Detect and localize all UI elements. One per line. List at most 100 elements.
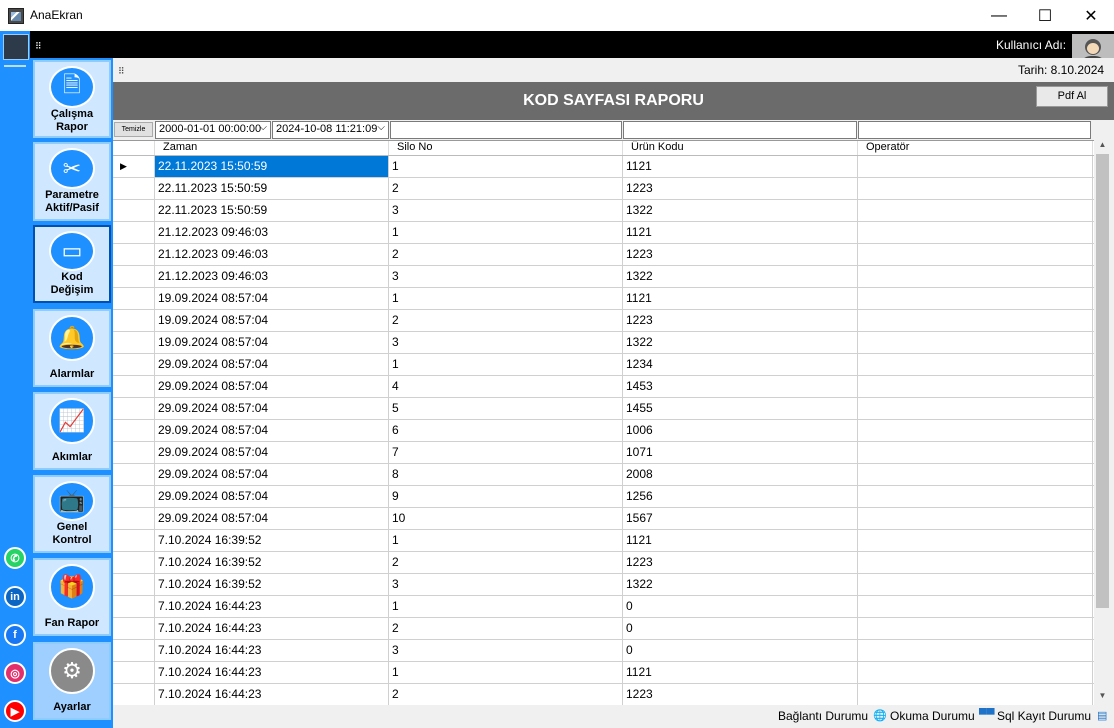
- report-grid[interactable]: Zaman Silo No Ürün Kodu Operatör ▶ 22.11.202…: [113, 140, 1094, 705]
- scroll-up-icon[interactable]: ▲: [1094, 140, 1111, 154]
- row-header[interactable]: [113, 420, 155, 441]
- minimize-button[interactable]: —: [976, 0, 1022, 31]
- table-cell[interactable]: 7.10.2024 16:44:23: [155, 684, 389, 705]
- table-cell[interactable]: 1121: [623, 222, 858, 243]
- table-cell[interactable]: [858, 156, 1093, 177]
- row-header[interactable]: [113, 618, 155, 639]
- nav-button-7[interactable]: ⚙ Ayarlar: [33, 642, 111, 720]
- table-row[interactable]: 29.09.2024 08:57:04 9 1256: [113, 486, 1094, 508]
- table-cell[interactable]: 5: [389, 398, 623, 419]
- nav-button-5[interactable]: 📺 Genel Kontrol: [33, 475, 111, 553]
- table-row[interactable]: 29.09.2024 08:57:04 6 1006: [113, 420, 1094, 442]
- table-cell[interactable]: 3: [389, 200, 623, 221]
- maximize-button[interactable]: ☐: [1022, 0, 1068, 31]
- table-row[interactable]: 7.10.2024 16:44:23 1 1121: [113, 662, 1094, 684]
- row-header[interactable]: [113, 398, 155, 419]
- table-cell[interactable]: 1121: [623, 288, 858, 309]
- table-row[interactable]: 7.10.2024 16:44:23 1 0: [113, 596, 1094, 618]
- table-cell[interactable]: 7.10.2024 16:44:23: [155, 640, 389, 661]
- row-header[interactable]: [113, 596, 155, 617]
- table-cell[interactable]: 1121: [623, 156, 858, 177]
- row-header[interactable]: [113, 332, 155, 353]
- row-header[interactable]: [113, 354, 155, 375]
- table-cell[interactable]: 1322: [623, 200, 858, 221]
- table-cell[interactable]: 1223: [623, 178, 858, 199]
- table-cell[interactable]: [858, 376, 1093, 397]
- table-cell[interactable]: [858, 398, 1093, 419]
- nav-button-6[interactable]: 🎁 Fan Rapor: [33, 558, 111, 636]
- table-cell[interactable]: [858, 288, 1093, 309]
- row-header[interactable]: [113, 684, 155, 705]
- table-row[interactable]: 21.12.2023 09:46:03 2 1223: [113, 244, 1094, 266]
- chevron-down-icon[interactable]: ⌵: [259, 122, 267, 133]
- table-cell[interactable]: [858, 178, 1093, 199]
- table-cell[interactable]: 2: [389, 178, 623, 199]
- table-row[interactable]: 7.10.2024 16:39:52 1 1121: [113, 530, 1094, 552]
- table-cell[interactable]: 1322: [623, 574, 858, 595]
- table-cell[interactable]: 1223: [623, 552, 858, 573]
- table-cell[interactable]: 22.11.2023 15:50:59: [155, 200, 389, 221]
- table-row[interactable]: 7.10.2024 16:39:52 3 1322: [113, 574, 1094, 596]
- table-row[interactable]: ▶ 22.11.2023 15:50:59 1 1121: [113, 156, 1094, 178]
- table-cell[interactable]: 7.10.2024 16:44:23: [155, 596, 389, 617]
- table-row[interactable]: 21.12.2023 09:46:03 1 1121: [113, 222, 1094, 244]
- row-header[interactable]: [113, 530, 155, 551]
- table-row[interactable]: 29.09.2024 08:57:04 5 1455: [113, 398, 1094, 420]
- table-cell[interactable]: 22.11.2023 15:50:59: [155, 156, 389, 177]
- table-row[interactable]: 29.09.2024 08:57:04 4 1453: [113, 376, 1094, 398]
- table-cell[interactable]: 1453: [623, 376, 858, 397]
- row-header[interactable]: [113, 244, 155, 265]
- table-cell[interactable]: 2008: [623, 464, 858, 485]
- nav-button-4[interactable]: 📈 Akımlar: [33, 392, 111, 470]
- table-cell[interactable]: 7.10.2024 16:44:23: [155, 618, 389, 639]
- column-header[interactable]: Silo No: [389, 141, 623, 155]
- product-code-filter-input[interactable]: [623, 121, 857, 139]
- row-header[interactable]: [113, 222, 155, 243]
- table-cell[interactable]: 4: [389, 376, 623, 397]
- row-header[interactable]: [113, 574, 155, 595]
- table-cell[interactable]: [858, 552, 1093, 573]
- table-cell[interactable]: 1071: [623, 442, 858, 463]
- table-cell[interactable]: 21.12.2023 09:46:03: [155, 244, 389, 265]
- operator-filter-input[interactable]: [858, 121, 1091, 139]
- table-cell[interactable]: 7.10.2024 16:39:52: [155, 574, 389, 595]
- table-cell[interactable]: [858, 354, 1093, 375]
- table-cell[interactable]: 7: [389, 442, 623, 463]
- facebook-icon[interactable]: f: [4, 624, 26, 646]
- table-cell[interactable]: 1567: [623, 508, 858, 529]
- table-cell[interactable]: 1322: [623, 266, 858, 287]
- table-cell[interactable]: 2: [389, 244, 623, 265]
- table-cell[interactable]: [858, 310, 1093, 331]
- table-row[interactable]: 19.09.2024 08:57:04 2 1223: [113, 310, 1094, 332]
- nav-button-0[interactable]: 🗎 Çalışma Rapor: [33, 60, 111, 138]
- scroll-down-icon[interactable]: ▼: [1094, 691, 1111, 705]
- table-cell[interactable]: 19.09.2024 08:57:04: [155, 332, 389, 353]
- table-cell[interactable]: 1223: [623, 244, 858, 265]
- table-cell[interactable]: 1234: [623, 354, 858, 375]
- table-cell[interactable]: [858, 222, 1093, 243]
- row-header[interactable]: [113, 486, 155, 507]
- table-cell[interactable]: [858, 596, 1093, 617]
- row-header[interactable]: [113, 288, 155, 309]
- table-cell[interactable]: 1223: [623, 684, 858, 705]
- table-row[interactable]: 22.11.2023 15:50:59 3 1322: [113, 200, 1094, 222]
- table-cell[interactable]: [858, 244, 1093, 265]
- silo-filter-input[interactable]: [390, 121, 622, 139]
- vertical-scrollbar[interactable]: ▲ ▼: [1094, 140, 1111, 705]
- row-header[interactable]: [113, 200, 155, 221]
- table-cell[interactable]: 6: [389, 420, 623, 441]
- grip-icon[interactable]: ⠿: [118, 66, 125, 77]
- table-cell[interactable]: [858, 486, 1093, 507]
- table-cell[interactable]: 7.10.2024 16:39:52: [155, 530, 389, 551]
- table-row[interactable]: 29.09.2024 08:57:04 7 1071: [113, 442, 1094, 464]
- table-cell[interactable]: [858, 662, 1093, 683]
- column-header[interactable]: Operatör: [858, 141, 1093, 155]
- row-header[interactable]: [113, 464, 155, 485]
- table-cell[interactable]: 3: [389, 332, 623, 353]
- table-cell[interactable]: 2: [389, 310, 623, 331]
- table-row[interactable]: 22.11.2023 15:50:59 2 1223: [113, 178, 1094, 200]
- pdf-export-button[interactable]: Pdf Al: [1036, 86, 1108, 107]
- row-header[interactable]: [113, 640, 155, 661]
- table-cell[interactable]: 7.10.2024 16:44:23: [155, 662, 389, 683]
- table-cell[interactable]: 0: [623, 596, 858, 617]
